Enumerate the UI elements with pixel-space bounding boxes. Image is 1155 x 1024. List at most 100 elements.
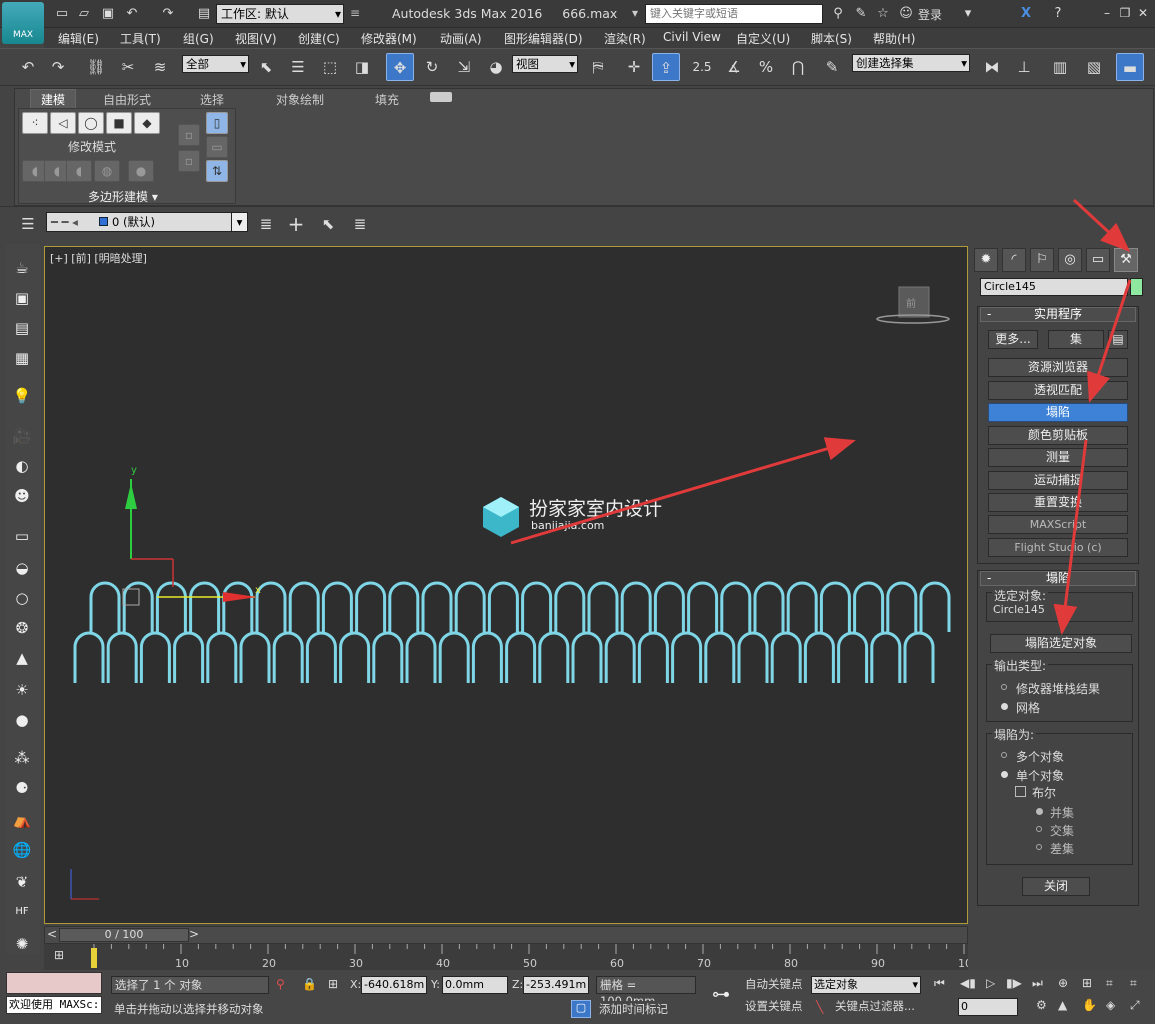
spline-arch[interactable] <box>355 581 387 632</box>
favorites-star-icon[interactable]: ☆ <box>875 6 891 22</box>
grass-icon[interactable]: ❦ <box>10 870 34 894</box>
spline-arch[interactable] <box>239 631 271 683</box>
next-frame-icon[interactable]: ▮▶ <box>1006 976 1022 990</box>
ribbon-tab-selection[interactable]: 选择 <box>200 91 224 108</box>
spline-arch[interactable] <box>505 631 537 683</box>
layer-manager-icon[interactable]: ☰ <box>14 210 42 238</box>
spline-arch[interactable] <box>89 581 121 632</box>
spline-arch[interactable] <box>454 581 486 632</box>
undo-icon[interactable]: ↶ <box>14 53 42 81</box>
ribbon-toggle-icon[interactable]: ▬ <box>1116 53 1144 81</box>
utilities-tab-icon[interactable]: ⚒ <box>1114 248 1138 272</box>
create-tab-icon[interactable]: ✹ <box>974 248 998 272</box>
spline-arch[interactable] <box>919 581 951 632</box>
save-file-icon[interactable]: ▣ <box>100 6 116 22</box>
material-editor-icon[interactable]: ▦ <box>10 346 34 370</box>
radio-union[interactable] <box>1036 808 1043 815</box>
hair-fur-icon[interactable]: HF <box>10 900 34 924</box>
boolean-checkbox[interactable] <box>1015 786 1026 797</box>
open-file-icon[interactable]: ▱ <box>76 6 92 22</box>
spline-arch[interactable] <box>189 581 221 632</box>
ribbon-tab-modeling[interactable]: 建模 <box>30 89 77 110</box>
spline-arch[interactable] <box>372 631 404 683</box>
light-icon[interactable]: 💡 <box>10 384 34 408</box>
layer-dropdown[interactable]: ━ ━ ◂ 0 (默认) ▾ <box>46 212 248 232</box>
place-object-icon[interactable]: ◕ <box>482 53 510 81</box>
spline-arch[interactable] <box>571 631 603 683</box>
ribbon-tab-object-paint[interactable]: 对象绘制 <box>276 91 324 108</box>
menu-scripting[interactable]: 脚本(S) <box>811 30 852 47</box>
cone-icon[interactable]: ▲ <box>10 646 34 670</box>
spline-arch[interactable] <box>321 581 353 632</box>
keyboard-shortcut-override-icon[interactable]: ⇪ <box>652 53 680 81</box>
zoom-all-icon[interactable]: ⊞ <box>1082 976 1092 990</box>
utility-measure[interactable]: 测量 <box>988 448 1128 467</box>
select-and-scale-icon[interactable]: ⇲ <box>450 53 478 81</box>
utility-asset-browser[interactable]: 资源浏览器 <box>988 358 1128 377</box>
spline-arch[interactable] <box>687 581 719 632</box>
spline-arch[interactable] <box>339 631 371 683</box>
select-and-link-icon[interactable]: ⛓ <box>82 53 110 81</box>
zoom-extents-all-icon[interactable]: ⌗ <box>1130 976 1137 991</box>
collapse-selected-button[interactable]: 塌陷选定对象 <box>990 634 1132 653</box>
maxscript-listener-mini[interactable] <box>6 972 102 994</box>
restore-button[interactable]: ❐ <box>1116 4 1134 22</box>
motion-tab-icon[interactable]: ◎ <box>1058 248 1082 272</box>
element-mode-icon[interactable]: ◆ <box>134 112 160 134</box>
spline-arch[interactable] <box>538 631 570 683</box>
spline-arch[interactable] <box>471 631 503 683</box>
isolate-selection-icon[interactable]: ⚲ <box>276 977 285 991</box>
pivot-center-icon[interactable]: ⛿ <box>584 53 612 81</box>
current-frame-marker[interactable] <box>91 948 97 968</box>
spinner-snap-icon[interactable]: ⋂ <box>784 53 812 81</box>
spline-arch[interactable] <box>173 631 205 683</box>
utilities-rollout-header[interactable]: - 实用程序 <box>980 307 1136 322</box>
spline-arch[interactable] <box>837 631 869 683</box>
spline-arch[interactable] <box>73 631 105 683</box>
collapse-rollout-header[interactable]: - 塌陷 <box>980 571 1136 586</box>
track-bar[interactable]: 10 20 30 40 50 60 70 80 90 100 <box>44 944 979 970</box>
radio-subtraction[interactable] <box>1036 844 1042 850</box>
show-end-result-icon[interactable]: ▯ <box>206 112 228 134</box>
minimize-button[interactable]: – <box>1098 4 1116 22</box>
menu-animation[interactable]: 动画(A) <box>440 30 482 47</box>
quick-access-dropdown-icon[interactable]: ≡ <box>350 6 360 20</box>
menu-modifiers[interactable]: 修改器(M) <box>361 30 417 47</box>
select-object-icon[interactable]: ⬉ <box>252 53 280 81</box>
ribbon-tab-freeform[interactable]: 自由形式 <box>103 91 151 108</box>
modifier-tool-5-icon[interactable]: ● <box>128 160 154 182</box>
select-and-rotate-icon[interactable]: ↻ <box>418 53 446 81</box>
named-selection-dropdown[interactable]: 创建选择集 ▾ <box>852 54 970 72</box>
set-current-layer-icon[interactable]: ≣ <box>346 210 374 238</box>
display-tab-icon[interactable]: ▭ <box>1086 248 1110 272</box>
spline-arches-front-row[interactable] <box>73 631 935 683</box>
spline-arches-back-row[interactable] <box>89 581 951 632</box>
spline-arch[interactable] <box>272 631 304 683</box>
time-tag-icon[interactable]: ▢ <box>571 1000 591 1018</box>
radio-single-object[interactable] <box>1001 771 1008 778</box>
current-frame-field[interactable]: 0 <box>958 998 1018 1016</box>
reference-coordinate-dropdown[interactable]: 视图 ▾ <box>512 55 578 73</box>
workspace-dropdown[interactable]: 工作区: 默认 ▾ <box>216 4 344 24</box>
pan-view-icon[interactable]: ✋ <box>1082 998 1097 1012</box>
object-name-field[interactable]: Circle145 <box>980 278 1128 296</box>
spline-arch[interactable] <box>206 631 238 683</box>
pin-stack-icon[interactable]: ⇅ <box>206 160 228 182</box>
spline-arch[interactable] <box>819 581 851 632</box>
viewport-front[interactable]: y x 前 扮家家室内设计 banjiajia.com <box>44 246 968 924</box>
globe-icon[interactable]: 🌐 <box>10 838 34 862</box>
show-cage-icon[interactable]: ▭ <box>206 136 228 158</box>
radio-mesh[interactable] <box>1001 703 1008 710</box>
camera-icon[interactable]: 🎥 <box>10 424 34 448</box>
geosphere-icon[interactable]: ❂ <box>10 616 34 640</box>
redo-icon[interactable]: ↷ <box>160 6 176 22</box>
angle-snap-icon[interactable]: ∡ <box>720 53 748 81</box>
help-icon[interactable]: ? <box>1050 6 1066 22</box>
orbit-icon[interactable]: ◈ <box>1106 998 1115 1012</box>
selection-lock-icon[interactable]: 🔒 <box>302 977 317 991</box>
spline-arch[interactable] <box>737 631 769 683</box>
set-key-icon[interactable]: ⊶ <box>704 984 738 1010</box>
layer-explorer-icon[interactable]: ▧ <box>1080 53 1108 81</box>
key-filters-button[interactable]: 关键点过滤器... <box>832 998 924 1016</box>
exchange-apps-icon[interactable]: X <box>1018 6 1034 22</box>
